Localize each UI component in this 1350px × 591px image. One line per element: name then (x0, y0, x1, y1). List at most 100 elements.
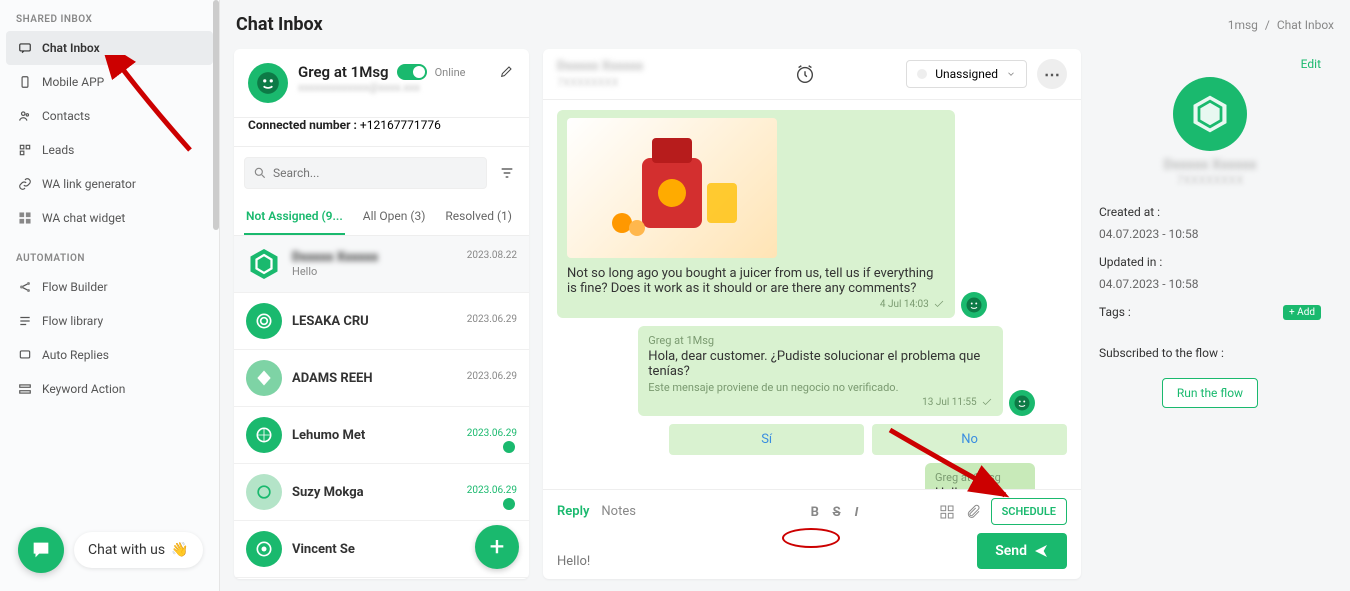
tab-all-open[interactable]: All Open (3) (361, 199, 428, 235)
sidebar-item-chat-inbox[interactable]: Chat Inbox (6, 31, 213, 65)
chat-widget-button[interactable] (18, 527, 64, 573)
quick-reply-no[interactable]: No (872, 424, 1067, 455)
scrollbar[interactable] (213, 0, 219, 230)
pencil-icon[interactable] (499, 63, 515, 79)
conversation-header: Dxxxxx Xxxxxx 7XXXXXXXX Unassigned ⋯ (543, 49, 1081, 100)
link-icon (18, 177, 32, 191)
edit-link[interactable]: Edit (1099, 57, 1321, 71)
composer-textarea[interactable]: Hello! (557, 554, 969, 569)
chat-icon (18, 41, 32, 55)
message-out: Greg at 1Msg Hello 22 Aug 11:53 (925, 463, 1035, 489)
assign-dropdown[interactable]: Unassigned (906, 60, 1027, 88)
status-text: Online (435, 66, 466, 79)
chat-name: Vincent Se (292, 542, 355, 557)
add-tag-button[interactable]: + Add (1283, 305, 1321, 320)
sidebar-item-contacts[interactable]: Contacts (6, 99, 213, 133)
sidebar-item-leads[interactable]: Leads (6, 133, 213, 167)
composer-tab-reply[interactable]: Reply (557, 504, 589, 519)
clock-icon[interactable] (794, 63, 816, 85)
chat-name: Lehumo Met (292, 428, 365, 443)
send-button[interactable]: Send (977, 533, 1067, 569)
sidebar-section-automation: AUTOMATION (6, 247, 213, 270)
message-avatar (961, 292, 987, 318)
sidebar-item-wa-link[interactable]: WA link generator (6, 167, 213, 201)
chat-preview: Hello (292, 265, 517, 278)
search-row (234, 147, 529, 199)
chat-widget-label[interactable]: Chat with us 👋 (74, 532, 203, 568)
conv-contact-name: Dxxxxx Xxxxxx (557, 59, 643, 74)
share-icon (18, 280, 32, 294)
chat-avatar (246, 417, 282, 453)
breadcrumb-root[interactable]: 1msg (1228, 18, 1258, 32)
strike-icon[interactable]: S (833, 505, 847, 519)
sidebar-item-keyword-action[interactable]: Keyword Action (6, 372, 213, 406)
run-flow-button[interactable]: Run the flow (1162, 378, 1258, 408)
chat-name: Suzy Mokga (292, 485, 364, 500)
message-sender: Greg at 1Msg (648, 334, 992, 347)
message-text: Not so long ago you bought a juicer from… (567, 266, 945, 296)
sidebar-item-wa-widget[interactable]: WA chat widget (6, 201, 213, 235)
message-text: Hola, dear customer. ¿Pudiste solucionar… (648, 349, 992, 379)
assign-label: Unassigned (935, 67, 998, 81)
breadcrumb: 1msg / Chat Inbox (1228, 18, 1334, 32)
composer: Reply Notes B S I SCHEDULE Hello! (543, 489, 1081, 579)
new-chat-fab[interactable]: + (475, 525, 519, 569)
message-image[interactable] (567, 118, 777, 258)
tab-resolved[interactable]: Resolved (1) (443, 199, 514, 235)
sidebar-item-mobile-app[interactable]: Mobile APP (6, 65, 213, 99)
sidebar: SHARED INBOX Chat Inbox Mobile APP Conta… (0, 0, 220, 591)
sidebar-label: WA link generator (42, 177, 136, 191)
page-title: Chat Inbox (236, 14, 323, 35)
breadcrumb-sep: / (1265, 18, 1270, 32)
contacts-icon (18, 109, 32, 123)
message-out: Not so long ago you bought a juicer from… (557, 110, 955, 318)
message-sender: Greg at 1Msg (935, 471, 1025, 484)
filter-icon (499, 165, 515, 181)
search-input[interactable] (244, 157, 487, 189)
sidebar-label: Auto Replies (42, 348, 109, 362)
leads-icon (18, 143, 32, 157)
chat-item[interactable]: Dxxxxx Xxxxxx2023.08.22 Hello (234, 236, 529, 293)
created-value: 04.07.2023 - 10:58 (1099, 227, 1198, 241)
bold-icon[interactable]: B (811, 505, 825, 519)
sidebar-item-flow-library[interactable]: Flow library (6, 304, 213, 338)
chat-item[interactable]: LESAKA CRU2023.06.29 (234, 293, 529, 350)
chat-avatar (246, 531, 282, 567)
composer-tab-notes[interactable]: Notes (601, 504, 636, 519)
details-panel: Edit Dxxxxx Xxxxxx 7XXXXXXXX Created at … (1095, 49, 1325, 579)
check-icon (933, 298, 945, 310)
italic-icon[interactable]: I (855, 505, 869, 519)
sidebar-item-flow-builder[interactable]: Flow Builder (6, 270, 213, 304)
reply-icon (18, 348, 32, 362)
hexagon-icon (1188, 92, 1232, 136)
tab-not-assigned[interactable]: Not Assigned (9... (244, 199, 345, 235)
sidebar-item-auto-replies[interactable]: Auto Replies (6, 338, 213, 372)
mobile-icon (18, 75, 32, 89)
message-out: Greg at 1Msg Hola, dear customer. ¿Pudis… (638, 326, 1002, 416)
schedule-button[interactable]: SCHEDULE (991, 498, 1067, 525)
tags-label: Tags : (1099, 305, 1131, 319)
unread-badge (503, 498, 515, 510)
details-avatar (1173, 77, 1247, 151)
sidebar-label: Flow library (42, 314, 103, 328)
template-icon[interactable] (939, 504, 955, 520)
search-icon (253, 166, 267, 180)
sidebar-label: Leads (42, 143, 74, 157)
breadcrumb-current: Chat Inbox (1277, 18, 1334, 32)
wave-emoji: 👋 (171, 542, 188, 558)
search-field[interactable] (273, 166, 478, 180)
sidebar-label: Contacts (42, 109, 90, 123)
sidebar-label: Mobile APP (42, 75, 104, 89)
main: Chat Inbox 1msg / Chat Inbox Greg at 1Ms… (220, 0, 1350, 591)
online-toggle[interactable] (397, 64, 427, 80)
chat-date: 2023.06.29 (467, 371, 517, 382)
attach-icon[interactable] (965, 504, 981, 520)
quick-reply-yes[interactable]: Sí (669, 424, 864, 455)
chat-item[interactable]: Suzy Mokga2023.06.29 (234, 464, 529, 521)
filter-button[interactable] (495, 161, 519, 185)
details-phone: 7XXXXXXXX (1099, 173, 1321, 187)
chat-item[interactable]: ADAMS REEH2023.06.29 (234, 350, 529, 407)
chat-item[interactable]: Lehumo Met2023.06.29 (234, 407, 529, 464)
more-menu[interactable]: ⋯ (1037, 59, 1067, 89)
message-secondary: Este mensaje proviene de un negocio no v… (648, 381, 992, 394)
